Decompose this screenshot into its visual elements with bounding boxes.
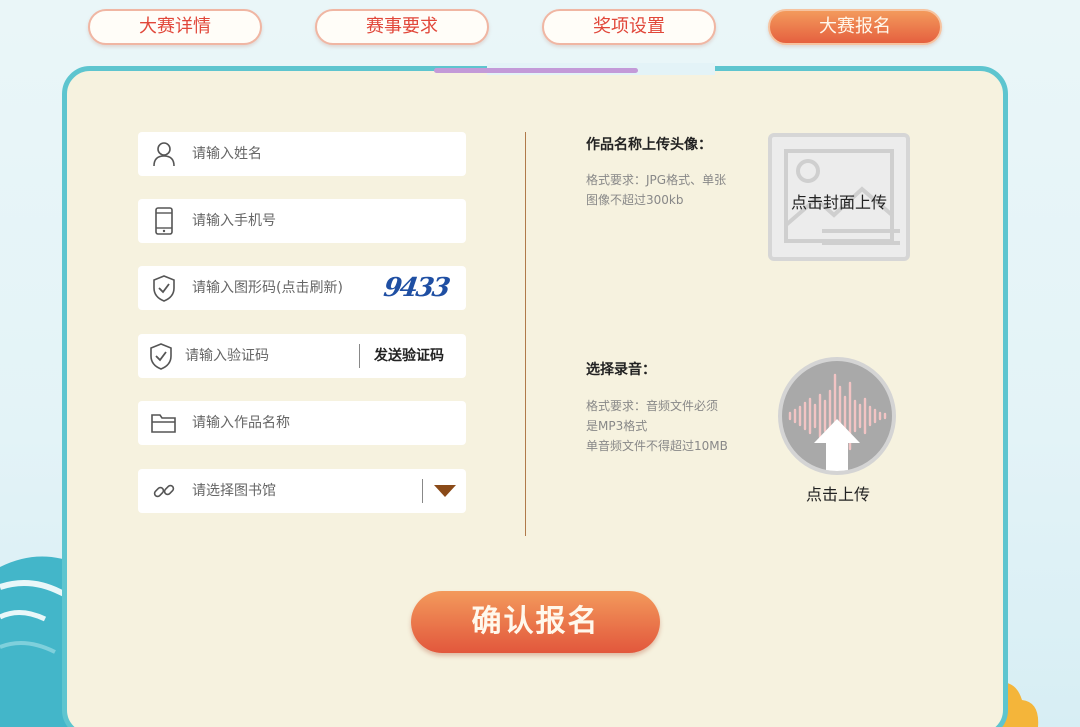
phone-input[interactable] [188, 199, 466, 243]
column-divider [525, 132, 526, 536]
phone-icon [140, 199, 188, 243]
link-icon [140, 469, 188, 513]
audio-upload-title: 选择录音： [586, 362, 656, 378]
caret-down-icon[interactable] [422, 479, 466, 503]
cover-upload-label: 点击封面上传 [790, 193, 887, 212]
library-select-field[interactable] [138, 469, 466, 513]
cover-upload-title: 作品名称上传头像： [586, 137, 712, 153]
tab-contest-requirements[interactable]: 赛事要求 [315, 9, 489, 45]
tab-awards[interactable]: 奖项设置 [542, 9, 716, 45]
send-code-button[interactable]: 发送验证码 [359, 344, 466, 368]
work-name-input[interactable] [188, 401, 466, 445]
tab-contest-details[interactable]: 大赛详情 [88, 9, 262, 45]
audio-upload-desc-1: 格式要求：音频文件必须 [586, 399, 719, 413]
panel-indicator-bar [434, 68, 638, 73]
name-field [138, 132, 466, 176]
phone-field [138, 199, 466, 243]
cover-upload-button[interactable]: 点击封面上传 [768, 133, 910, 261]
tab-bar: 大赛详情 赛事要求 奖项设置 大赛报名 [0, 8, 1080, 48]
verification-code-input[interactable] [181, 334, 359, 378]
folder-icon [140, 401, 188, 445]
verification-code-field: 发送验证码 [138, 334, 466, 378]
user-icon [140, 132, 188, 176]
tab-registration[interactable]: 大赛报名 [768, 9, 942, 45]
shield-check-icon [140, 266, 188, 310]
library-select[interactable] [188, 469, 422, 513]
captcha-input[interactable] [188, 266, 376, 310]
audio-upload-desc-3: 单音频文件不得超过10MB [586, 439, 728, 453]
cover-upload-desc-1: 格式要求：JPG格式、单张 [586, 173, 727, 187]
waveform-upload-icon [788, 373, 887, 471]
audio-upload-label: 点击上传 [805, 485, 870, 504]
cover-upload-desc-2: 图像不超过300kb [586, 193, 684, 207]
audio-upload-desc-2: 是MP3格式 [586, 419, 648, 433]
name-input[interactable] [188, 132, 466, 176]
confirm-registration-button[interactable]: 确认报名 [411, 591, 660, 653]
shield-check-icon [140, 334, 181, 378]
captcha-image[interactable]: 9433 [374, 273, 458, 303]
captcha-field: 9433 [138, 266, 466, 310]
work-name-field [138, 401, 466, 445]
audio-upload-button[interactable] [778, 357, 896, 475]
